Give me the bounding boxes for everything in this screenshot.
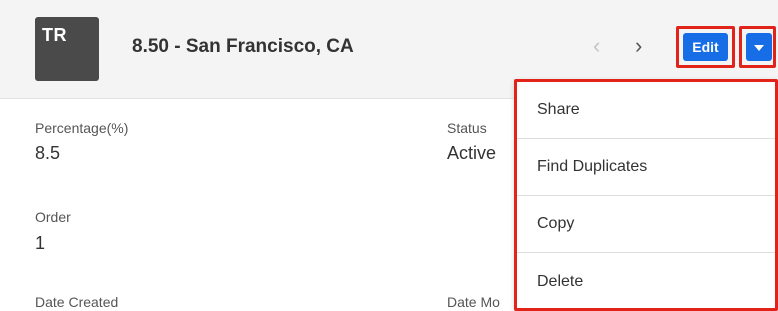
chevron-right-icon[interactable]: › (635, 33, 642, 59)
avatar-initials: TR (42, 25, 67, 45)
actions-caret-highlight (739, 26, 776, 68)
edit-button[interactable]: Edit (683, 33, 728, 61)
percentage-value: 8.5 (35, 143, 61, 163)
menu-item-share[interactable]: Share (517, 82, 775, 139)
date-modified-label: Date Mo (447, 294, 500, 310)
edit-button-highlight: Edit (676, 26, 735, 68)
date-created-label: Date Created (35, 294, 119, 310)
chevron-left-icon[interactable]: ‹ (593, 33, 600, 59)
percentage-label: Percentage(%) (35, 120, 129, 136)
order-label: Order (35, 209, 71, 225)
record-title: 8.50 - San Francisco, CA (132, 36, 354, 57)
menu-item-delete[interactable]: Delete (517, 253, 775, 310)
status-label: Status (447, 120, 487, 136)
order-value: 1 (35, 233, 46, 253)
menu-item-find-duplicates[interactable]: Find Duplicates (517, 139, 775, 196)
menu-item-copy[interactable]: Copy (517, 196, 775, 253)
caret-down-icon (754, 45, 764, 51)
actions-dropdown-button[interactable] (746, 33, 772, 61)
avatar: TR (35, 17, 99, 81)
status-value: Active (447, 143, 497, 163)
actions-menu: Share Find Duplicates Copy Delete (514, 79, 778, 311)
